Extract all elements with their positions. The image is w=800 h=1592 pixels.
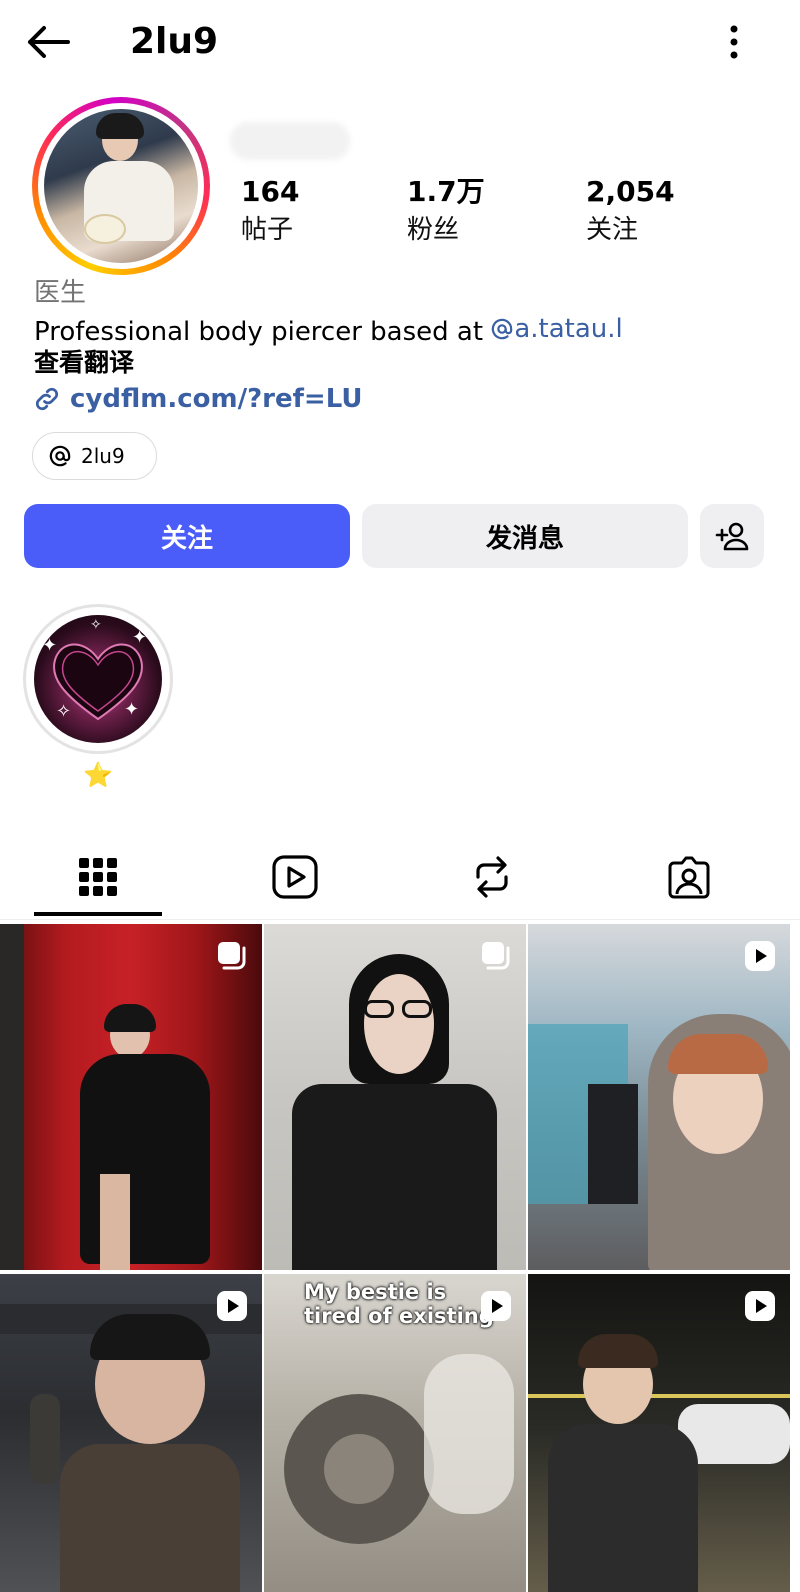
tab-reels[interactable] [231,836,359,918]
back-button[interactable] [22,18,74,66]
reel-icon [481,1291,511,1321]
post-thumbnail[interactable] [528,1274,790,1592]
tab-tagged[interactable] [625,836,753,918]
bio-body: Professional body piercer based at [34,317,492,347]
sparkle-icon: ✧ [56,701,72,722]
arrow-left-icon [28,26,70,58]
external-link-text: cydflm.com/?ref=LU [70,384,363,414]
tab-reposts[interactable] [428,836,556,918]
followers-label: 粉丝 [407,215,460,245]
profile-category: 医生 [34,278,87,308]
following-count: 2,054 [586,175,675,208]
followers-count: 1.7万 [407,175,485,208]
highlight-cover: ✦ ✦ ✧ ✦ ✧ [34,615,162,743]
post-thumbnail[interactable] [264,924,526,1270]
reel-icon [217,1291,247,1321]
link-icon [35,387,59,411]
reel-icon [745,941,775,971]
avatar [44,109,198,263]
post-thumbnail[interactable] [0,1274,262,1592]
profile-external-link[interactable]: cydflm.com/?ref=LU [32,379,362,419]
sparkle-icon: ✧ [90,617,102,633]
more-options-button[interactable] [706,18,762,66]
stat-followers[interactable]: 1.7万 粉丝 [407,172,485,248]
reposts-icon [476,856,508,898]
profile-username: 2lu9 [130,21,219,62]
message-button[interactable]: 发消息 [362,504,688,568]
bio-mention-link[interactable]: a.tatau.l [491,310,623,348]
more-vertical-icon [730,25,738,59]
sparkle-icon: ✦ [42,635,58,656]
see-translation-link[interactable]: 查看翻译 [34,344,134,382]
add-person-icon [715,522,749,551]
threads-handle: 2lu9 [81,444,125,468]
stat-posts[interactable]: 164 帖子 [241,172,299,248]
post-thumbnail[interactable] [528,924,790,1270]
posts-grid: My bestie is tired of existing [0,924,800,1592]
sparkle-icon: ✦ [124,699,140,720]
following-label: 关注 [586,215,639,245]
highlight-label: ⭐ [83,761,113,789]
active-tab-indicator [34,912,162,916]
reels-icon [272,855,318,899]
sparkle-icon: ✦ [132,627,148,648]
tagged-icon [668,856,710,899]
story-highlight[interactable]: ✦ ✦ ✧ ✦ ✧ [23,604,173,754]
blurred-display-name [230,122,350,160]
profile-avatar-story-ring[interactable] [32,97,210,275]
posts-count: 164 [241,175,300,208]
carousel-icon [482,942,510,970]
post-thumbnail[interactable] [0,924,262,1270]
post-thumbnail[interactable]: My bestie is tired of existing [264,1274,526,1592]
posts-label: 帖子 [241,215,294,245]
post-caption-overlay: My bestie is tired of existing [304,1280,494,1328]
follow-button[interactable]: 关注 [24,504,350,568]
threads-at-icon [492,318,513,340]
suggested-users-button[interactable] [700,504,764,568]
stat-following[interactable]: 2,054 关注 [586,172,675,248]
carousel-icon [218,942,246,970]
tab-posts-grid[interactable] [34,836,162,918]
threads-profile-chip[interactable]: 2lu9 [32,432,157,480]
profile-tabs [0,836,800,920]
threads-icon [49,445,71,467]
top-bar: 2lu9 [0,0,800,84]
bio-mention-text: a.tatau.l [514,314,623,344]
grid-icon [79,858,117,896]
reel-icon [745,1291,775,1321]
